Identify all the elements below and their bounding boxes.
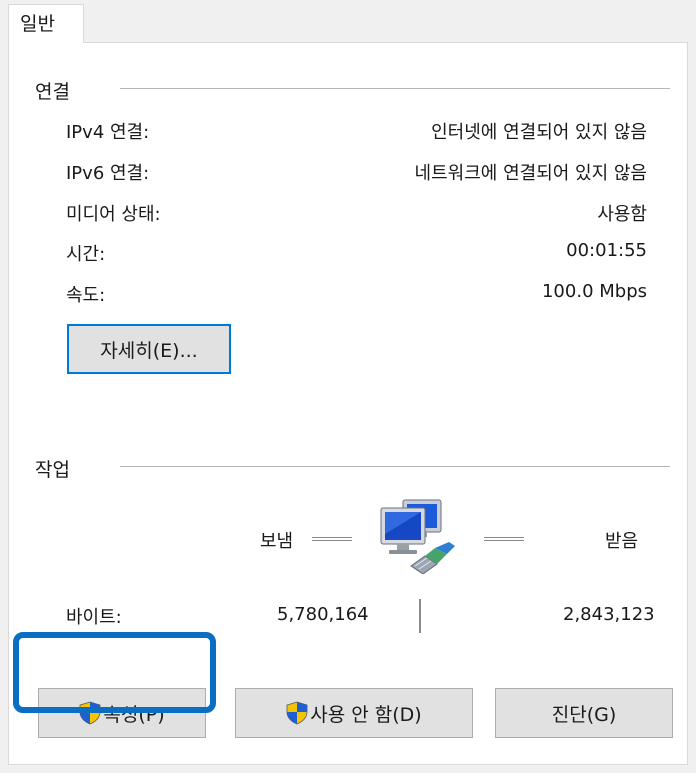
bytes-separator — [419, 599, 421, 633]
diagnose-button-label: 진단(G) — [551, 703, 617, 726]
ipv4-label: IPv4 연결: — [66, 122, 150, 143]
sent-dash — [312, 537, 352, 541]
details-button[interactable]: 자세히(E)... — [67, 324, 231, 374]
ipv4-value: 인터넷에 연결되어 있지 않음 — [431, 122, 647, 143]
uac-shield-icon — [286, 701, 308, 725]
connection-group-title: 연결 — [35, 81, 70, 103]
properties-button[interactable]: 속성(P) — [38, 688, 206, 738]
media-state-label: 미디어 상태: — [66, 204, 161, 225]
network-computers-icon — [377, 498, 463, 575]
disable-button-label: 사용 안 함(D) — [310, 703, 422, 726]
network-status-window: 일반 연결 IPv4 연결: 인터넷에 연결되어 있지 않음 IPv6 연결: … — [0, 0, 696, 773]
connection-group-divider — [120, 88, 670, 89]
duration-value: 00:01:55 — [566, 240, 647, 261]
properties-button-label: 속성(P) — [103, 703, 165, 726]
activity-group-divider — [120, 466, 670, 467]
diagnose-button[interactable]: 진단(G) — [495, 688, 673, 738]
media-state-value: 사용함 — [597, 204, 647, 225]
general-panel: 연결 IPv4 연결: 인터넷에 연결되어 있지 않음 IPv6 연결: 네트워… — [8, 42, 688, 765]
tab-general[interactable]: 일반 — [8, 4, 84, 43]
bytes-sent-value: 5,780,164 — [277, 604, 369, 625]
bytes-label: 바이트: — [66, 607, 122, 628]
disable-button[interactable]: 사용 안 함(D) — [235, 688, 473, 738]
bytes-received-value: 2,843,123 — [563, 604, 655, 625]
received-label: 받음 — [605, 531, 639, 552]
sent-label: 보냄 — [260, 531, 294, 552]
speed-value: 100.0 Mbps — [541, 281, 647, 302]
uac-shield-icon — [79, 701, 101, 725]
received-dash — [484, 537, 524, 541]
activity-group-title: 작업 — [35, 459, 70, 481]
speed-label: 속도: — [66, 285, 106, 306]
ipv6-label: IPv6 연결: — [66, 163, 150, 184]
ipv6-value: 네트워크에 연결되어 있지 않음 — [414, 163, 647, 184]
duration-label: 시간: — [66, 244, 106, 265]
